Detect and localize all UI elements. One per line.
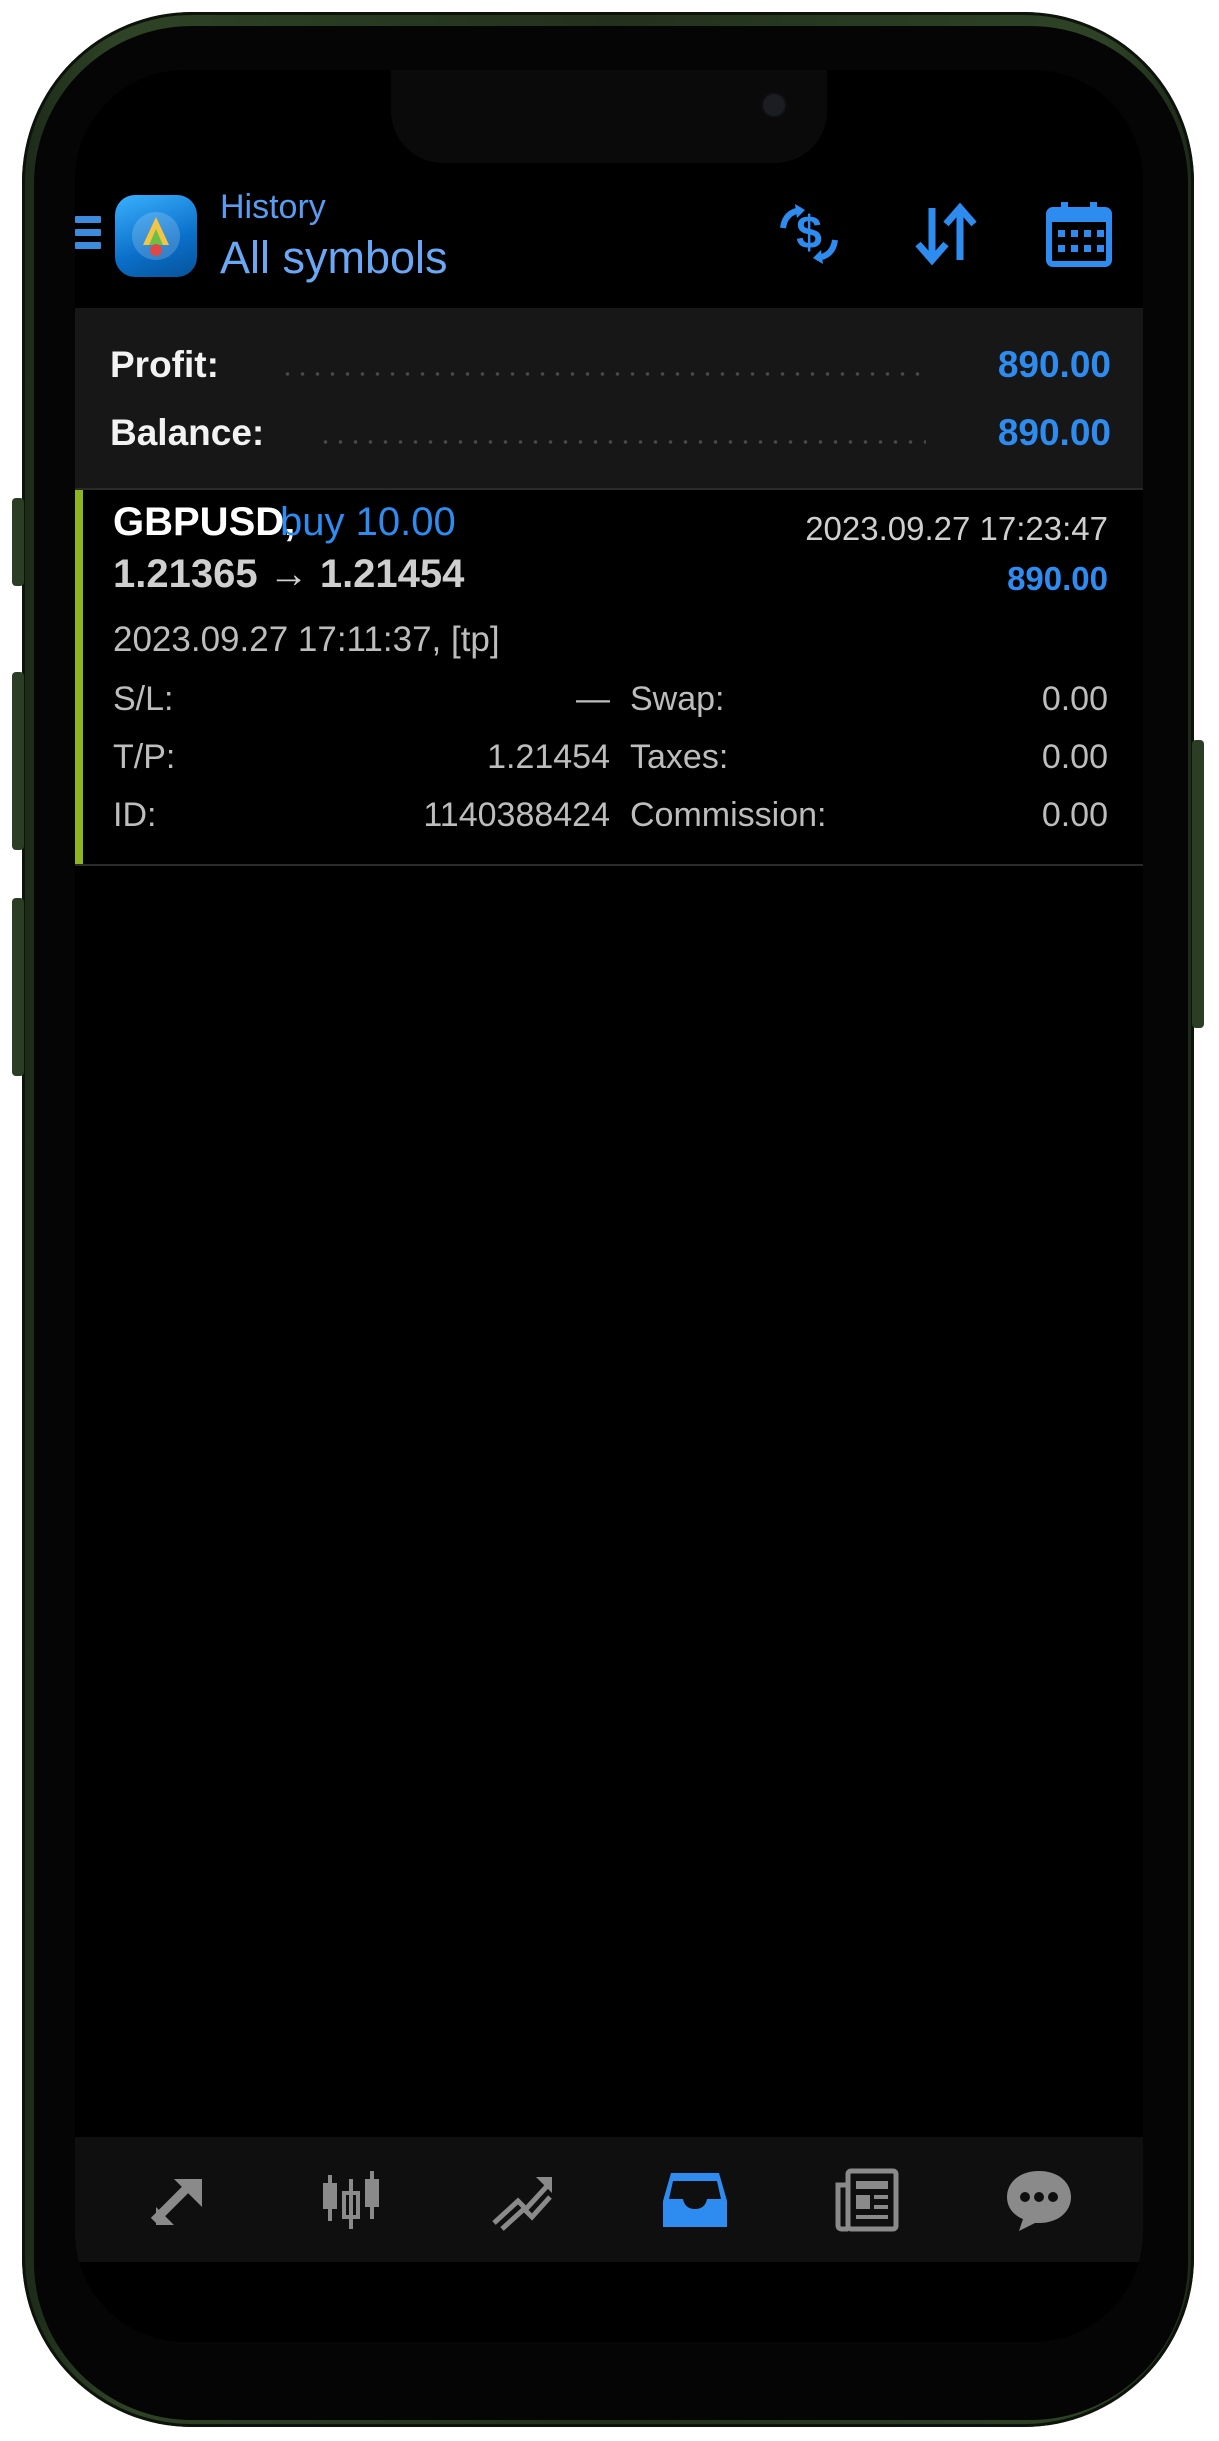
balance-row: Balance: 890.00 [110, 412, 1111, 462]
deal-direction: buy 10.00 [280, 500, 456, 544]
header-title[interactable]: All symbols [220, 232, 448, 284]
taxes-label: Taxes: [630, 738, 729, 776]
balance-label: Balance: [110, 412, 265, 453]
quotes-icon[interactable] [119, 2137, 239, 2262]
swap-label: Swap: [630, 680, 725, 718]
power-button [1192, 740, 1204, 1028]
profit-row: Profit: 890.00 [110, 344, 1111, 394]
menu-icon[interactable] [75, 216, 101, 258]
mute-switch [12, 498, 24, 586]
sl-value: — [576, 680, 610, 718]
buy-indicator-bar [75, 490, 83, 864]
tp-label: T/P: [113, 738, 176, 776]
summary-panel: Profit: 890.00 Balance: 890.00 [75, 308, 1143, 490]
tp-value: 1.21454 [487, 738, 610, 776]
trade-icon[interactable] [463, 2137, 583, 2262]
profit-value: 890.00 [997, 344, 1111, 385]
news-icon[interactable] [807, 2137, 927, 2262]
app-logo [115, 195, 197, 277]
screen: History All symbols $ Profit: 890.00 Bal… [75, 70, 1143, 2342]
volume-down-button [12, 898, 24, 1076]
dotted-leader [318, 440, 926, 444]
id-label: ID: [113, 796, 157, 834]
sl-label: S/L: [113, 680, 174, 718]
deal-prices: 1.21365 → 1.21454 [113, 552, 465, 596]
swap-value: 0.00 [1041, 680, 1108, 718]
deal-symbol: GBPUSD, [113, 500, 296, 544]
chart-icon[interactable] [291, 2137, 411, 2262]
dotted-leader [280, 372, 926, 376]
sort-icon[interactable] [910, 198, 982, 275]
id-value: 1140388424 [423, 796, 610, 834]
header-subtitle: History [220, 188, 326, 226]
notch [391, 70, 827, 163]
currency-exchange-icon[interactable]: $ [773, 198, 845, 275]
taxes-value: 0.00 [1041, 738, 1108, 776]
history-icon[interactable] [635, 2137, 755, 2262]
deal-profit: 890.00 [1007, 560, 1108, 597]
commission-value: 0.00 [1041, 796, 1108, 834]
deal-close-time: 2023.09.27 17:23:47 [805, 510, 1108, 547]
commission-label: Commission: [630, 796, 827, 834]
bottom-nav [75, 2137, 1143, 2262]
messages-icon[interactable] [979, 2137, 1099, 2262]
front-camera [763, 94, 785, 116]
balance-value: 890.00 [997, 412, 1111, 453]
calendar-icon[interactable] [1043, 198, 1115, 275]
deal-item[interactable]: GBPUSD, buy 10.00 2023.09.27 17:23:47 1.… [75, 490, 1143, 866]
volume-up-button [12, 672, 24, 850]
deal-open-info: 2023.09.27 17:11:37, [tp] [113, 620, 500, 659]
profit-label: Profit: [110, 344, 219, 385]
